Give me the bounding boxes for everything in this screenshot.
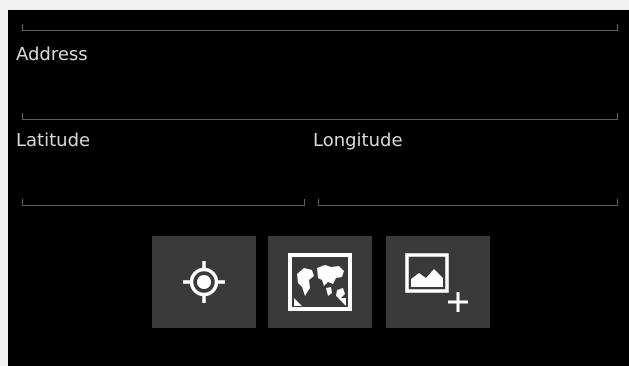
- top-field-underline[interactable]: [22, 24, 618, 31]
- current-location-button[interactable]: [152, 236, 256, 328]
- latitude-field[interactable]: [22, 156, 305, 206]
- longitude-field[interactable]: [318, 156, 618, 206]
- longitude-underline: [318, 199, 618, 206]
- address-underline: [22, 113, 618, 120]
- crosshair-location-icon: [183, 261, 225, 303]
- add-image-icon: [405, 253, 468, 312]
- longitude-label: Longitude: [313, 130, 403, 151]
- latitude-label: Latitude: [16, 130, 91, 151]
- world-map-icon: [288, 253, 352, 311]
- latitude-underline: [22, 199, 305, 206]
- location-form: Address Latitude Longitude: [8, 10, 629, 366]
- address-field[interactable]: [22, 70, 618, 120]
- map-button[interactable]: [268, 236, 372, 328]
- address-label: Address: [16, 44, 88, 65]
- add-image-button[interactable]: [386, 236, 490, 328]
